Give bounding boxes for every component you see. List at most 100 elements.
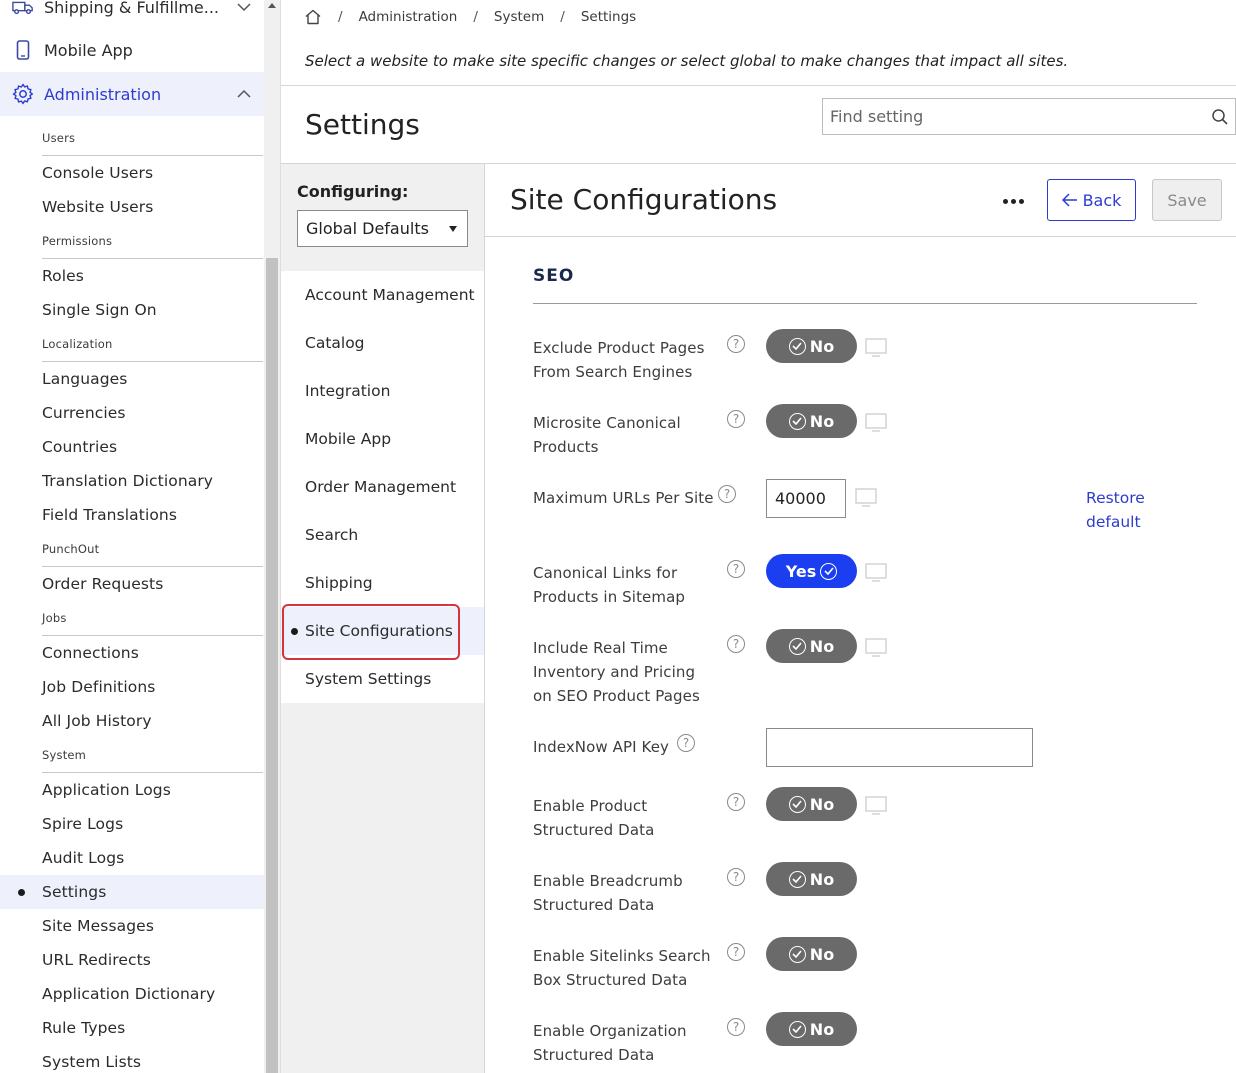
save-button[interactable]: Save (1152, 179, 1222, 221)
breadcrumb-separator: / (473, 9, 478, 25)
maximum-urls-input[interactable] (766, 479, 846, 518)
settings-category-list: Account Management Catalog Integration M… (281, 271, 484, 703)
nav-item-job-definitions[interactable]: Job Definitions (0, 670, 264, 704)
toggle-value: No (809, 869, 835, 889)
nav-item-currencies[interactable]: Currencies (0, 396, 264, 430)
scroll-up-arrow-icon[interactable] (268, 3, 276, 8)
toggle-value: No (809, 636, 835, 656)
nav-item-languages[interactable]: Languages (0, 362, 264, 396)
nav-item-rule-types[interactable]: Rule Types (0, 1011, 264, 1045)
breadcrumb-separator: / (560, 9, 565, 25)
nav-item-spire-logs[interactable]: Spire Logs (0, 807, 264, 841)
help-icon[interactable]: ? (727, 1018, 745, 1036)
toggle-canonical-links-sitemap[interactable]: Yes (766, 554, 857, 588)
toggle-value: No (809, 1019, 835, 1039)
scrollbar-thumb[interactable] (266, 258, 278, 1073)
nav-group-heading-permissions: Permissions (42, 234, 113, 248)
panel-title: Site Configurations (510, 183, 778, 216)
nav-item-shipping-fulfillment[interactable]: Shipping & Fulfillme... (0, 0, 264, 27)
nav-group-heading-jobs: Jobs (42, 611, 67, 625)
nav-group-heading-users: Users (42, 131, 76, 145)
active-indicator-dot (18, 889, 25, 896)
nav-item-url-redirects[interactable]: URL Redirects (0, 943, 264, 977)
category-shipping[interactable]: Shipping (281, 559, 484, 607)
nav-item-label: Administration (44, 84, 162, 104)
category-mobile-app[interactable]: Mobile App (281, 415, 484, 463)
nav-scrollbar[interactable] (264, 0, 281, 1073)
more-options-button[interactable] (998, 192, 1028, 210)
nav-item-connections[interactable]: Connections (0, 636, 264, 670)
divider (281, 85, 1236, 86)
category-system-settings[interactable]: System Settings (281, 655, 484, 703)
nav-item-mobile-app[interactable]: Mobile App (0, 30, 264, 70)
chevron-down-icon (236, 0, 252, 15)
help-icon[interactable]: ? (727, 635, 745, 653)
breadcrumb-separator: / (338, 9, 343, 25)
category-order-management[interactable]: Order Management (281, 463, 484, 511)
nav-item-label: Mobile App (44, 40, 133, 60)
nav-item-single-sign-on[interactable]: Single Sign On (0, 293, 264, 327)
help-icon[interactable]: ? (677, 734, 695, 752)
nav-item-all-job-history[interactable]: All Job History (0, 704, 264, 738)
nav-item-application-logs[interactable]: Application Logs (0, 773, 264, 807)
help-icon[interactable]: ? (727, 943, 745, 961)
nav-item-translation-dictionary[interactable]: Translation Dictionary (0, 464, 264, 498)
search-icon[interactable] (1205, 102, 1235, 132)
indexnow-api-key-input[interactable] (766, 728, 1033, 767)
help-icon[interactable]: ? (727, 335, 745, 353)
breadcrumb-administration[interactable]: Administration (359, 9, 458, 25)
help-icon[interactable]: ? (727, 793, 745, 811)
divider (533, 303, 1197, 304)
monitor-icon (865, 413, 887, 432)
help-icon[interactable]: ? (727, 410, 745, 428)
nav-item-countries[interactable]: Countries (0, 430, 264, 464)
nav-item-administration[interactable]: Administration (0, 72, 264, 116)
category-site-configurations[interactable]: Site Configurations (281, 604, 484, 660)
toggle-microsite-canonical-products[interactable]: No (766, 404, 857, 438)
nav-item-console-users[interactable]: Console Users (0, 156, 264, 190)
category-integration[interactable]: Integration (281, 367, 484, 415)
help-icon[interactable]: ? (727, 560, 745, 578)
find-setting-search (822, 98, 1236, 135)
monitor-icon (865, 338, 887, 357)
category-search[interactable]: Search (281, 511, 484, 559)
setting-label: Enable Organization Structured Data (533, 1022, 687, 1064)
chevron-up-icon (236, 86, 252, 102)
nav-item-roles[interactable]: Roles (0, 259, 264, 293)
toggle-real-time-inventory-pricing[interactable]: No (766, 629, 857, 663)
truck-icon (12, 0, 34, 18)
nav-item-label: Shipping & Fulfillme... (44, 0, 220, 17)
nav-item-system-lists[interactable]: System Lists (0, 1045, 264, 1073)
toggle-breadcrumb-structured-data[interactable]: No (766, 862, 857, 896)
nav-item-site-messages[interactable]: Site Messages (0, 909, 264, 943)
nav-item-settings[interactable]: Settings (0, 875, 264, 909)
help-icon[interactable]: ? (718, 485, 736, 503)
breadcrumb-system[interactable]: System (494, 9, 544, 25)
nav-group-heading-localization: Localization (42, 337, 113, 351)
check-circle-icon (788, 870, 806, 888)
monitor-icon (855, 488, 877, 507)
check-circle-icon (788, 637, 806, 655)
check-circle-icon (788, 945, 806, 963)
nav-item-order-requests[interactable]: Order Requests (0, 567, 264, 601)
toggle-organization-structured-data[interactable]: No (766, 1012, 857, 1046)
toggle-exclude-product-pages[interactable]: No (766, 329, 857, 363)
setting-label: Microsite Canonical Products (533, 414, 681, 456)
toggle-product-structured-data[interactable]: No (766, 787, 857, 821)
back-button[interactable]: Back (1047, 179, 1136, 221)
nav-item-website-users[interactable]: Website Users (0, 190, 264, 224)
toggle-sitelinks-search-box[interactable]: No (766, 937, 857, 971)
category-account-management[interactable]: Account Management (281, 271, 484, 319)
toggle-value: No (809, 944, 835, 964)
website-scope-select[interactable]: Global Defaults (297, 210, 468, 247)
help-icon[interactable]: ? (727, 868, 745, 886)
nav-item-application-dictionary[interactable]: Application Dictionary (0, 977, 264, 1011)
home-icon[interactable] (304, 8, 322, 26)
nav-item-field-translations[interactable]: Field Translations (0, 498, 264, 532)
search-input[interactable] (823, 99, 1205, 134)
mobile-icon (12, 39, 34, 61)
restore-default-link[interactable]: Restore default (1086, 486, 1156, 534)
category-catalog[interactable]: Catalog (281, 319, 484, 367)
toggle-value: Yes (785, 561, 817, 581)
nav-item-audit-logs[interactable]: Audit Logs (0, 841, 264, 875)
